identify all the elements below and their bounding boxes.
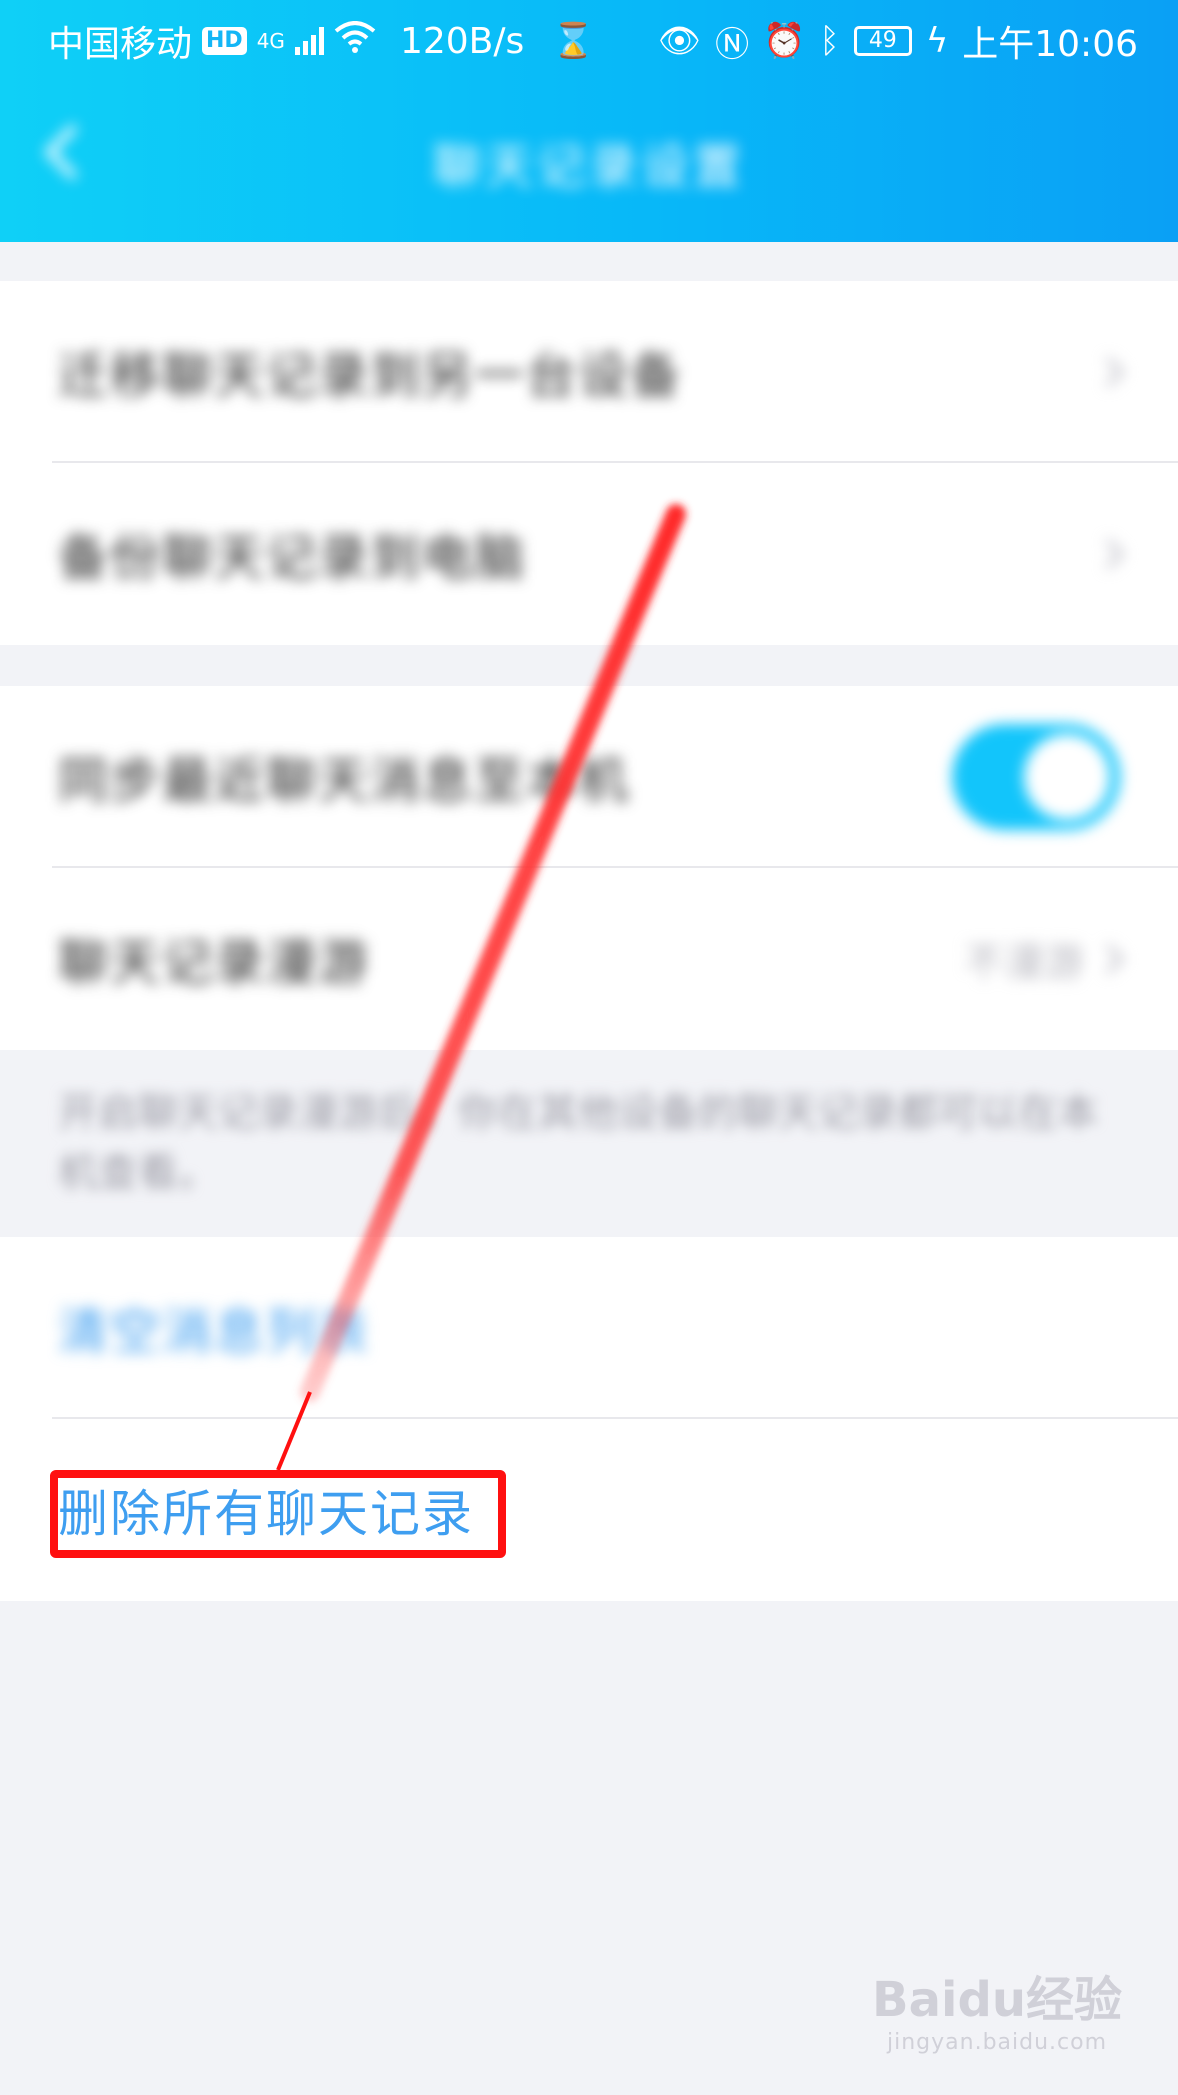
roaming-note: 开启聊天记录漫游后，你在其他设备的聊天记录都可以在本机查看。	[58, 1090, 1098, 1196]
page-title: 聊天记录设置	[432, 139, 745, 195]
annotation-highlight-box	[50, 1470, 506, 1558]
signal-icon	[294, 27, 324, 55]
wifi-icon	[334, 20, 376, 62]
chevron-right-icon	[1093, 538, 1125, 570]
hd-badge: HD	[202, 27, 247, 55]
roaming-value: 不漫游	[964, 940, 1084, 986]
baidu-watermark: Baidu经验 jingyan.baidu.com	[872, 1960, 1122, 2055]
charging-icon: ϟ	[925, 21, 949, 61]
alarm-icon: ⏰	[763, 21, 806, 61]
hourglass-icon: ⌛	[552, 21, 595, 61]
row-migrate-history[interactable]: 迁移聊天记录到另一台设备	[0, 281, 1178, 463]
sync-toggle[interactable]	[952, 724, 1120, 830]
eye-icon: 👁	[657, 21, 702, 61]
status-bar: 中国移动 HD 4G 120B/s ⌛ 👁 Ⓝ ⏰ ᛒ 49 ϟ 上午10:06	[0, 0, 1178, 82]
chevron-right-icon	[1093, 943, 1125, 975]
chevron-right-icon	[1093, 356, 1125, 388]
row-label: 同步最近聊天消息至本机	[58, 752, 630, 810]
battery-icon: 49	[853, 26, 912, 56]
net-speed: 120B/s	[399, 20, 525, 62]
nfc-icon: Ⓝ	[715, 24, 750, 65]
bluetooth-icon: ᛒ	[819, 21, 840, 61]
clock: 上午10:06	[962, 24, 1138, 65]
row-sync-recent: 同步最近聊天消息至本机	[0, 686, 1178, 868]
row-label: 聊天记录漫游	[58, 934, 370, 992]
clear-messages-link[interactable]: 清空消息列表	[58, 1292, 370, 1364]
row-roaming[interactable]: 聊天记录漫游 不漫游	[0, 868, 1178, 1050]
toggle-knob	[1024, 734, 1110, 820]
network-type: 4G	[256, 29, 285, 53]
row-clear-messages[interactable]: 清空消息列表	[0, 1237, 1178, 1419]
settings-group-transfer: 迁移聊天记录到另一台设备 备份聊天记录到电脑	[0, 281, 1178, 645]
nav-bar: 聊天记录设置	[0, 82, 1178, 242]
battery-level: 49	[868, 28, 897, 53]
watermark-logo: Baidu经验	[872, 1972, 1122, 2028]
row-backup-to-pc[interactable]: 备份聊天记录到电脑	[0, 463, 1178, 645]
row-label: 迁移聊天记录到另一台设备	[58, 347, 682, 405]
watermark-url: jingyan.baidu.com	[887, 2030, 1108, 2055]
row-label: 备份聊天记录到电脑	[58, 529, 526, 587]
carrier-name: 中国移动	[48, 24, 193, 65]
settings-group-sync: 同步最近聊天消息至本机 聊天记录漫游 不漫游	[0, 686, 1178, 1050]
app-header: 中国移动 HD 4G 120B/s ⌛ 👁 Ⓝ ⏰ ᛒ 49 ϟ 上午10:06	[0, 0, 1178, 242]
back-arrow-icon[interactable]	[43, 123, 101, 181]
